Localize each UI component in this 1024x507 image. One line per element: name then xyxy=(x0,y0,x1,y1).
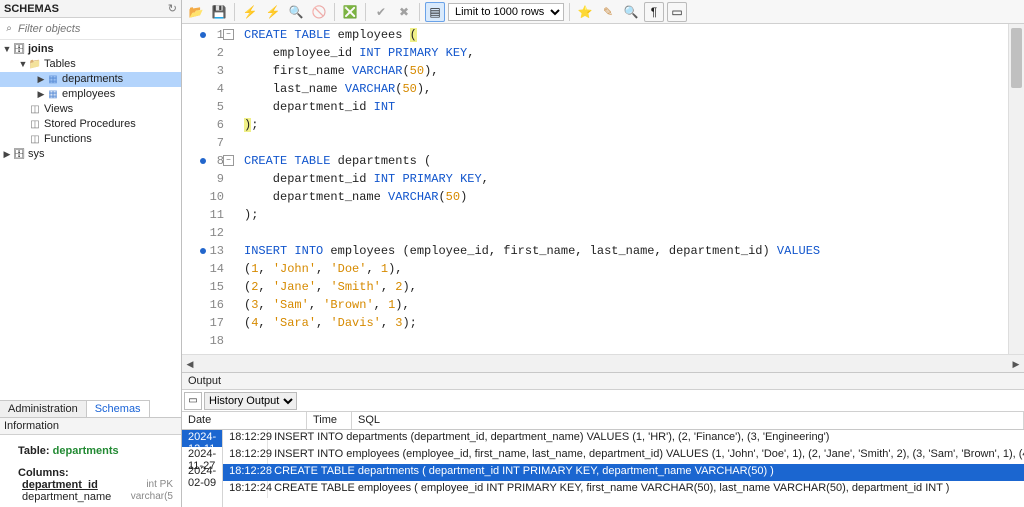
output-clear-icon[interactable]: ▭ xyxy=(184,392,202,410)
tree-stored-procedures[interactable]: ▶Stored Procedures xyxy=(0,117,181,132)
information-body: Table: departments Columns: department_i… xyxy=(0,435,181,507)
refresh-icon[interactable]: ↻ xyxy=(168,2,177,15)
output-view-select[interactable]: History Output xyxy=(204,392,297,410)
date-item[interactable]: 2024-02-09 xyxy=(182,464,222,481)
tree-table-employees[interactable]: ▶employees xyxy=(0,87,181,102)
output-controls: ▭ History Output xyxy=(182,390,1024,412)
col-sql[interactable]: SQL xyxy=(352,412,1024,429)
commit-icon[interactable]: ❎ xyxy=(340,2,360,22)
limit-rows-select[interactable]: Limit to 1000 rows xyxy=(448,3,564,21)
col-time[interactable]: Time xyxy=(307,412,352,429)
output-row[interactable]: 18:12:29INSERT INTO employees (employee_… xyxy=(223,447,1024,464)
col-date[interactable]: Date xyxy=(182,412,307,429)
tab-schemas[interactable]: Schemas xyxy=(87,400,150,417)
info-col-type: varchar(5 xyxy=(131,491,173,503)
info-col-type: int PK xyxy=(146,479,173,491)
info-col-row: department_name varchar(5 xyxy=(18,491,173,503)
search-icon: ⌕ xyxy=(2,23,16,34)
save-icon[interactable]: 💾 xyxy=(209,2,229,22)
main-area: 📂 💾 ⚡ ⚡ 🔍 🚫 ❎ ✔ ✖ ▤ Limit to 1000 rows ⭐… xyxy=(182,0,1024,507)
output-grid: Date Time SQL 2024-12-112024-11-272024-0… xyxy=(182,412,1024,507)
tree-db-joins[interactable]: ▼joins xyxy=(0,42,181,57)
info-col-row: department_id int PK xyxy=(18,479,173,491)
tree-functions[interactable]: ▶Functions xyxy=(0,132,181,147)
search-icon[interactable]: 🔍 xyxy=(621,2,641,22)
output-row[interactable]: 18:12:29INSERT INTO departments (departm… xyxy=(223,430,1024,447)
tab-administration[interactable]: Administration xyxy=(0,400,87,417)
star-icon[interactable]: ⭐ xyxy=(575,2,595,22)
date-column: 2024-12-112024-11-272024-02-09 xyxy=(182,430,223,507)
open-file-icon[interactable]: 📂 xyxy=(186,2,206,22)
stop-icon: 🚫 xyxy=(309,2,329,22)
schema-tree: ▼joins ▼Tables ▶departments ▶employees ▶… xyxy=(0,40,181,164)
wrap-text-icon[interactable]: ¶ xyxy=(644,2,664,22)
execute-step-icon[interactable]: ⚡ xyxy=(263,2,283,22)
date-item[interactable]: 2024-12-11 xyxy=(182,430,222,447)
schemas-header: SCHEMAS ↻ xyxy=(0,0,181,18)
sidebar: SCHEMAS ↻ ⌕ ▼joins ▼Tables ▶departments … xyxy=(0,0,182,507)
sidebar-tabs: Administration Schemas xyxy=(0,397,181,417)
tree-db-sys[interactable]: ▶sys xyxy=(0,147,181,162)
schemas-title: SCHEMAS xyxy=(4,3,59,15)
brush-icon[interactable]: ✎ xyxy=(598,2,618,22)
info-columns-label: Columns: xyxy=(18,467,173,479)
filter-input[interactable] xyxy=(16,20,179,38)
info-col-name: department_name xyxy=(22,491,111,503)
filter-row: ⌕ xyxy=(0,18,181,40)
information-header: Information xyxy=(0,417,181,435)
info-table-name: departments xyxy=(53,445,119,457)
scroll-left-icon[interactable]: ◀ xyxy=(182,355,198,373)
scroll-right-icon[interactable]: ▶ xyxy=(1008,355,1024,373)
tree-views[interactable]: ▶Views xyxy=(0,102,181,117)
toolbar: 📂 💾 ⚡ ⚡ 🔍 🚫 ❎ ✔ ✖ ▤ Limit to 1000 rows ⭐… xyxy=(182,0,1024,24)
sql-editor[interactable]: 1−2345678−9101112131415161718 CREATE TAB… xyxy=(182,24,1024,354)
grid-header: Date Time SQL xyxy=(182,412,1024,430)
check-icon: ✔ xyxy=(371,2,391,22)
execute-icon[interactable]: ⚡ xyxy=(240,2,260,22)
output-row[interactable]: 18:12:28CREATE TABLE departments ( depar… xyxy=(223,464,1024,481)
vertical-scrollbar[interactable] xyxy=(1008,24,1024,354)
explain-icon[interactable]: 🔍 xyxy=(286,2,306,22)
tree-table-departments[interactable]: ▶departments xyxy=(0,72,181,87)
cancel-icon: ✖ xyxy=(394,2,414,22)
info-col-name: department_id xyxy=(22,479,98,491)
output-header: Output xyxy=(182,372,1024,390)
editor-code[interactable]: CREATE TABLE employees ( employee_id INT… xyxy=(244,26,1008,350)
editor-gutter: 1−2345678−9101112131415161718 xyxy=(182,24,230,350)
limit-toggle-icon[interactable]: ▤ xyxy=(425,2,445,22)
grid-body: 2024-12-112024-11-272024-02-09 18:12:29I… xyxy=(182,430,1024,507)
date-item[interactable]: 2024-11-27 xyxy=(182,447,222,464)
tree-tables[interactable]: ▼Tables xyxy=(0,57,181,72)
horizontal-scrollbar[interactable]: ◀ ▶ xyxy=(182,354,1024,372)
output-row[interactable]: 18:12:24CREATE TABLE employees ( employe… xyxy=(223,481,1024,498)
info-prefix: Table: xyxy=(18,445,53,457)
rows-column: 18:12:29INSERT INTO departments (departm… xyxy=(223,430,1024,507)
toggle-panel-icon[interactable]: ▭ xyxy=(667,2,687,22)
